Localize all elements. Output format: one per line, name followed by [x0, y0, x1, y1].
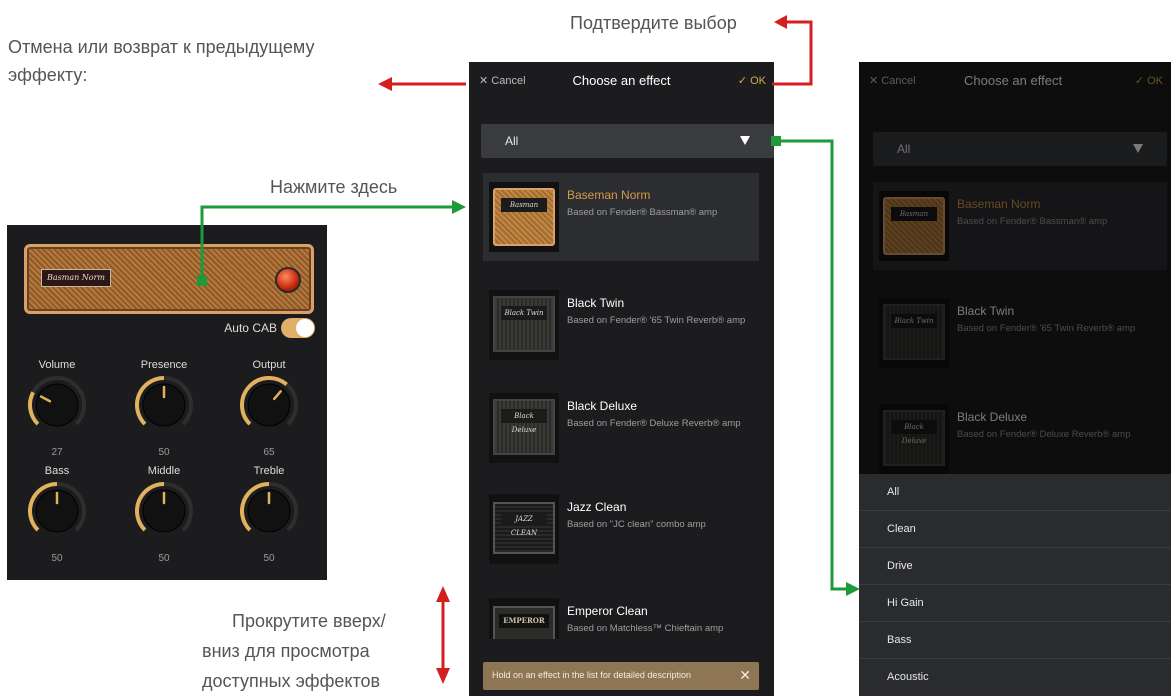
dropdown-option-drive[interactable]: Drive: [859, 548, 1171, 585]
effect-item-black-twin[interactable]: Black Twin Black Twin Based on Fender® '…: [483, 281, 759, 369]
knob-dial-bass[interactable]: [27, 481, 87, 541]
arrow-scroll: [436, 586, 450, 684]
effect-description: Based on "JC clean" combo amp: [567, 519, 706, 530]
effect-chooser-dropdown-screen: ✕ Cancel Choose an effect ✓ OK All Basma…: [859, 62, 1171, 696]
arrow-cancel: [378, 77, 466, 91]
effect-thumbnail: Black Twin: [489, 290, 559, 360]
effect-description: Based on Fender® '65 Twin Reverb® amp: [567, 315, 746, 326]
auto-cab-label: Auto CAB: [224, 321, 277, 335]
close-icon[interactable]: ✕: [739, 667, 751, 684]
knob-value: 65: [263, 447, 275, 458]
amp-plate: Black Twin: [501, 306, 547, 320]
annotation-cancel-line1: Отмена или возврат к предыдущему: [8, 37, 315, 57]
knob-bass[interactable]: Bass 50: [17, 465, 97, 575]
effect-item-black-deluxe[interactable]: Black Deluxe Black Deluxe Based on Fende…: [483, 384, 759, 472]
dropdown-option-label: Hi Gain: [887, 597, 924, 609]
dropdown-option-clean[interactable]: Clean: [859, 511, 1171, 548]
effect-thumbnail: EMPEROR: [489, 598, 559, 639]
dropdown-option-all[interactable]: All: [859, 474, 1171, 511]
dropdown-option-acoustic[interactable]: Acoustic: [859, 659, 1171, 696]
dropdown-option-bass[interactable]: Bass: [859, 622, 1171, 659]
arrow-filter-dropdown: [771, 136, 860, 596]
knob-body: [247, 383, 291, 427]
knob-label: Output: [252, 359, 286, 371]
amp-badge: Basman Norm: [41, 269, 111, 287]
knob-presence[interactable]: Presence 50: [124, 359, 204, 469]
effect-thumbnail: Black Deluxe: [489, 393, 559, 463]
dropdown-option-label: Clean: [887, 523, 916, 535]
dropdown-option-label: Drive: [887, 560, 913, 572]
annotation-scroll-line2: вниз для просмотра: [202, 641, 370, 661]
knob-label: Presence: [140, 359, 188, 371]
knob-value: 50: [158, 447, 170, 458]
knob-treble[interactable]: Treble 50: [229, 465, 309, 575]
effect-description: Based on Matchless™ Chieftain amp: [567, 623, 724, 634]
auto-cab-toggle[interactable]: [281, 318, 315, 338]
knob-label: Treble: [253, 465, 285, 477]
effect-name: Jazz Clean: [567, 500, 627, 514]
knob-output[interactable]: Output 65: [229, 359, 309, 469]
effect-description: Based on Fender® Deluxe Reverb® amp: [567, 418, 741, 429]
triangle-down-icon: [740, 136, 750, 145]
knob-dial-volume[interactable]: [27, 375, 87, 435]
amp-plate: Black Deluxe: [501, 409, 547, 434]
knob-dial-output[interactable]: [239, 375, 299, 435]
knob-dial-treble[interactable]: [239, 481, 299, 541]
amp-power-lamp: [275, 267, 301, 293]
annotation-scroll-line3: доступных эффектов: [202, 671, 381, 691]
amp-plate: EMPEROR: [499, 614, 549, 628]
amp-plate: Basman: [501, 198, 547, 212]
category-filter-value: All: [505, 134, 519, 148]
knob-body: [35, 383, 79, 427]
category-dropdown-menu: All Clean Drive Hi Gain Bass Acoustic: [859, 474, 1171, 696]
knob-value: 50: [158, 553, 170, 564]
annotation-cancel-line2: эффекту:: [8, 65, 88, 85]
arrow-confirm: [772, 15, 813, 86]
knob-value: 50: [263, 553, 275, 564]
ok-button[interactable]: ✓ OK: [738, 74, 766, 87]
annotation-tap-here: Нажмите здесь: [270, 177, 398, 197]
knob-value: 27: [51, 447, 63, 458]
effect-item-baseman-norm[interactable]: Basman Baseman Norm Based on Fender® Bas…: [483, 173, 759, 261]
effect-chooser-screen: ✕ Cancel Choose an effect ✓ OK All Basma…: [469, 62, 774, 696]
dropdown-option-label: Acoustic: [887, 671, 929, 683]
chooser-topbar: ✕ Cancel Choose an effect ✓ OK: [469, 62, 774, 102]
knob-dial-middle[interactable]: [134, 481, 194, 541]
effect-description: Based on Fender® Bassman® amp: [567, 207, 718, 218]
effect-item-jazz-clean[interactable]: JAZZ CLEAN Jazz Clean Based on "JC clean…: [483, 485, 759, 573]
amp-panel: Basman Norm Auto CAB Volume 27 Presence …: [7, 225, 327, 580]
knob-label: Volume: [38, 359, 76, 371]
effect-thumbnail: Basman: [489, 182, 559, 252]
hint-bar: Hold on an effect in the list for detail…: [483, 662, 759, 690]
category-filter-select[interactable]: All: [481, 124, 774, 158]
amp-head-image[interactable]: Basman Norm: [24, 244, 314, 314]
knob-volume[interactable]: Volume 27: [17, 359, 97, 469]
dropdown-option-label: All: [887, 486, 900, 498]
effect-name: Baseman Norm: [567, 188, 651, 202]
checkmark-icon: ✓: [737, 75, 751, 87]
effect-name: Black Twin: [567, 296, 625, 310]
amp-plate: JAZZ CLEAN: [501, 512, 547, 537]
effect-thumbnail: JAZZ CLEAN: [489, 494, 559, 564]
chooser-title: Choose an effect: [572, 73, 671, 88]
dropdown-option-label: Bass: [887, 634, 912, 646]
effect-item-emperor-clean[interactable]: EMPEROR Emperor Clean Based on Matchless…: [483, 589, 759, 639]
annotation-confirm: Подтвердите выбор: [570, 13, 737, 33]
hint-text: Hold on an effect in the list for detail…: [492, 670, 691, 680]
knob-middle[interactable]: Middle 50: [124, 465, 204, 575]
knob-label: Bass: [44, 465, 70, 477]
knob-label: Middle: [147, 465, 181, 477]
ok-label: OK: [750, 75, 766, 87]
knob-dial-presence[interactable]: [134, 375, 194, 435]
effect-name: Emperor Clean: [567, 604, 648, 618]
dropdown-option-hi-gain[interactable]: Hi Gain: [859, 585, 1171, 622]
effect-name: Black Deluxe: [567, 399, 638, 413]
knob-value: 50: [51, 553, 63, 564]
annotation-scroll-line1: Прокрутите вверх/: [232, 611, 386, 631]
